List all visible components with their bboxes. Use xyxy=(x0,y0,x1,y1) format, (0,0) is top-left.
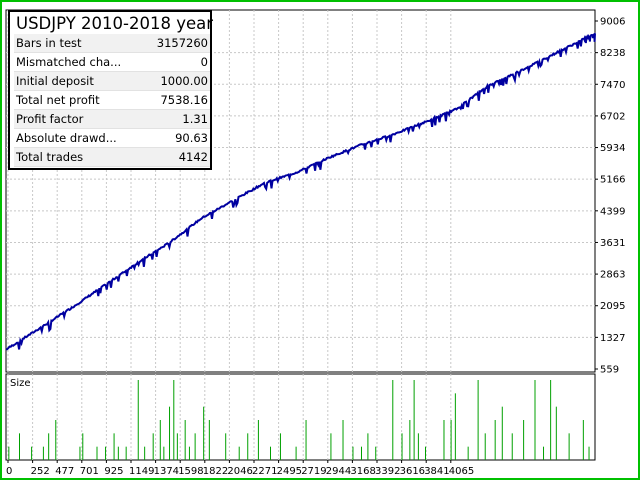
y-tick-label: 4399 xyxy=(600,206,625,217)
size-panel: 0 252 477 701 925 1149 1374 1598 1822 2046 2271 249… xyxy=(5,373,596,477)
stats-row-label: Bars in test xyxy=(16,36,82,50)
stats-row-label: Absolute drawd... xyxy=(16,131,117,145)
x-tick-label: 2719 xyxy=(301,466,326,477)
stats-title: USDJPY 2010-2018 year xyxy=(16,14,214,33)
stats-row-value: 4142 xyxy=(178,150,208,164)
x-tick-label: 2944 xyxy=(326,466,351,477)
stats-row-label: Initial deposit xyxy=(16,74,94,88)
chart-frame: 9006 8238 7470 6702 5934 5166 4399 3631 2863 2095… xyxy=(2,2,638,478)
stats-row-value: 3157260 xyxy=(156,36,208,50)
x-tick-label: 2495 xyxy=(277,466,302,477)
x-tick-label: 3616 xyxy=(400,466,425,477)
stats-table: Bars in test 3157260 Mismatched cha... 0 Ini… xyxy=(14,34,210,167)
stats-row-value: 7538.16 xyxy=(160,93,208,107)
y-tick-label: 5934 xyxy=(600,143,625,154)
stats-row: Profit factor 1.31 xyxy=(14,110,210,129)
y-tick-label: 559 xyxy=(600,365,619,376)
x-tick-label: 3841 xyxy=(424,466,449,477)
size-panel-border xyxy=(5,373,596,461)
stats-row-value: 1.31 xyxy=(182,112,208,126)
stats-row-label: Total net profit xyxy=(16,93,100,107)
x-tick-label: 477 xyxy=(55,466,74,477)
y-tick-label: 5166 xyxy=(600,175,625,186)
x-tick-label: 4065 xyxy=(449,466,474,477)
stats-row-label: Profit factor xyxy=(16,112,84,126)
x-tick-label: 3168 xyxy=(350,466,375,477)
y-tick-label: 1327 xyxy=(600,333,625,344)
y-tick-label: 2863 xyxy=(600,270,625,281)
stats-row: Absolute drawd... 90.63 xyxy=(14,129,210,148)
stats-row-value: 0 xyxy=(200,55,208,69)
stats-row: Bars in test 3157260 xyxy=(14,34,210,53)
x-tick-label: 1598 xyxy=(178,466,203,477)
stats-row: Total trades 4142 xyxy=(14,148,210,167)
stats-row-label: Total trades xyxy=(16,150,84,164)
x-tick-label: 2046 xyxy=(227,466,252,477)
stats-row: Initial deposit 1000.00 xyxy=(14,72,210,91)
y-tick-label: 7470 xyxy=(600,80,625,91)
x-tick-label: 252 xyxy=(31,466,50,477)
stats-row-value: 1000.00 xyxy=(160,74,208,88)
y-tick-label: 9006 xyxy=(600,17,625,28)
y-tick-label: 6702 xyxy=(600,111,625,122)
stats-row-label: Mismatched cha... xyxy=(16,55,122,69)
x-tick-label: 3392 xyxy=(375,466,400,477)
x-tick-label: 0 xyxy=(6,466,12,477)
x-tick-label: 925 xyxy=(104,466,123,477)
stats-row: Total net profit 7538.16 xyxy=(14,91,210,110)
x-tick-label: 2271 xyxy=(252,466,277,477)
y-tick-label: 2095 xyxy=(600,301,625,312)
y-tick-label: 8238 xyxy=(600,48,625,59)
stats-box: USDJPY 2010-2018 year Bars in test 315726… xyxy=(8,10,214,170)
size-panel-label: Size xyxy=(10,378,31,389)
x-tick-label: 1149 xyxy=(129,466,154,477)
stats-row-value: 90.63 xyxy=(175,131,208,145)
x-tick-label: 1374 xyxy=(154,466,179,477)
y-tick-label: 3631 xyxy=(600,238,625,249)
stats-row: Mismatched cha... 0 xyxy=(14,53,210,72)
x-tick-label: 1822 xyxy=(203,466,228,477)
x-tick-label: 701 xyxy=(80,466,99,477)
